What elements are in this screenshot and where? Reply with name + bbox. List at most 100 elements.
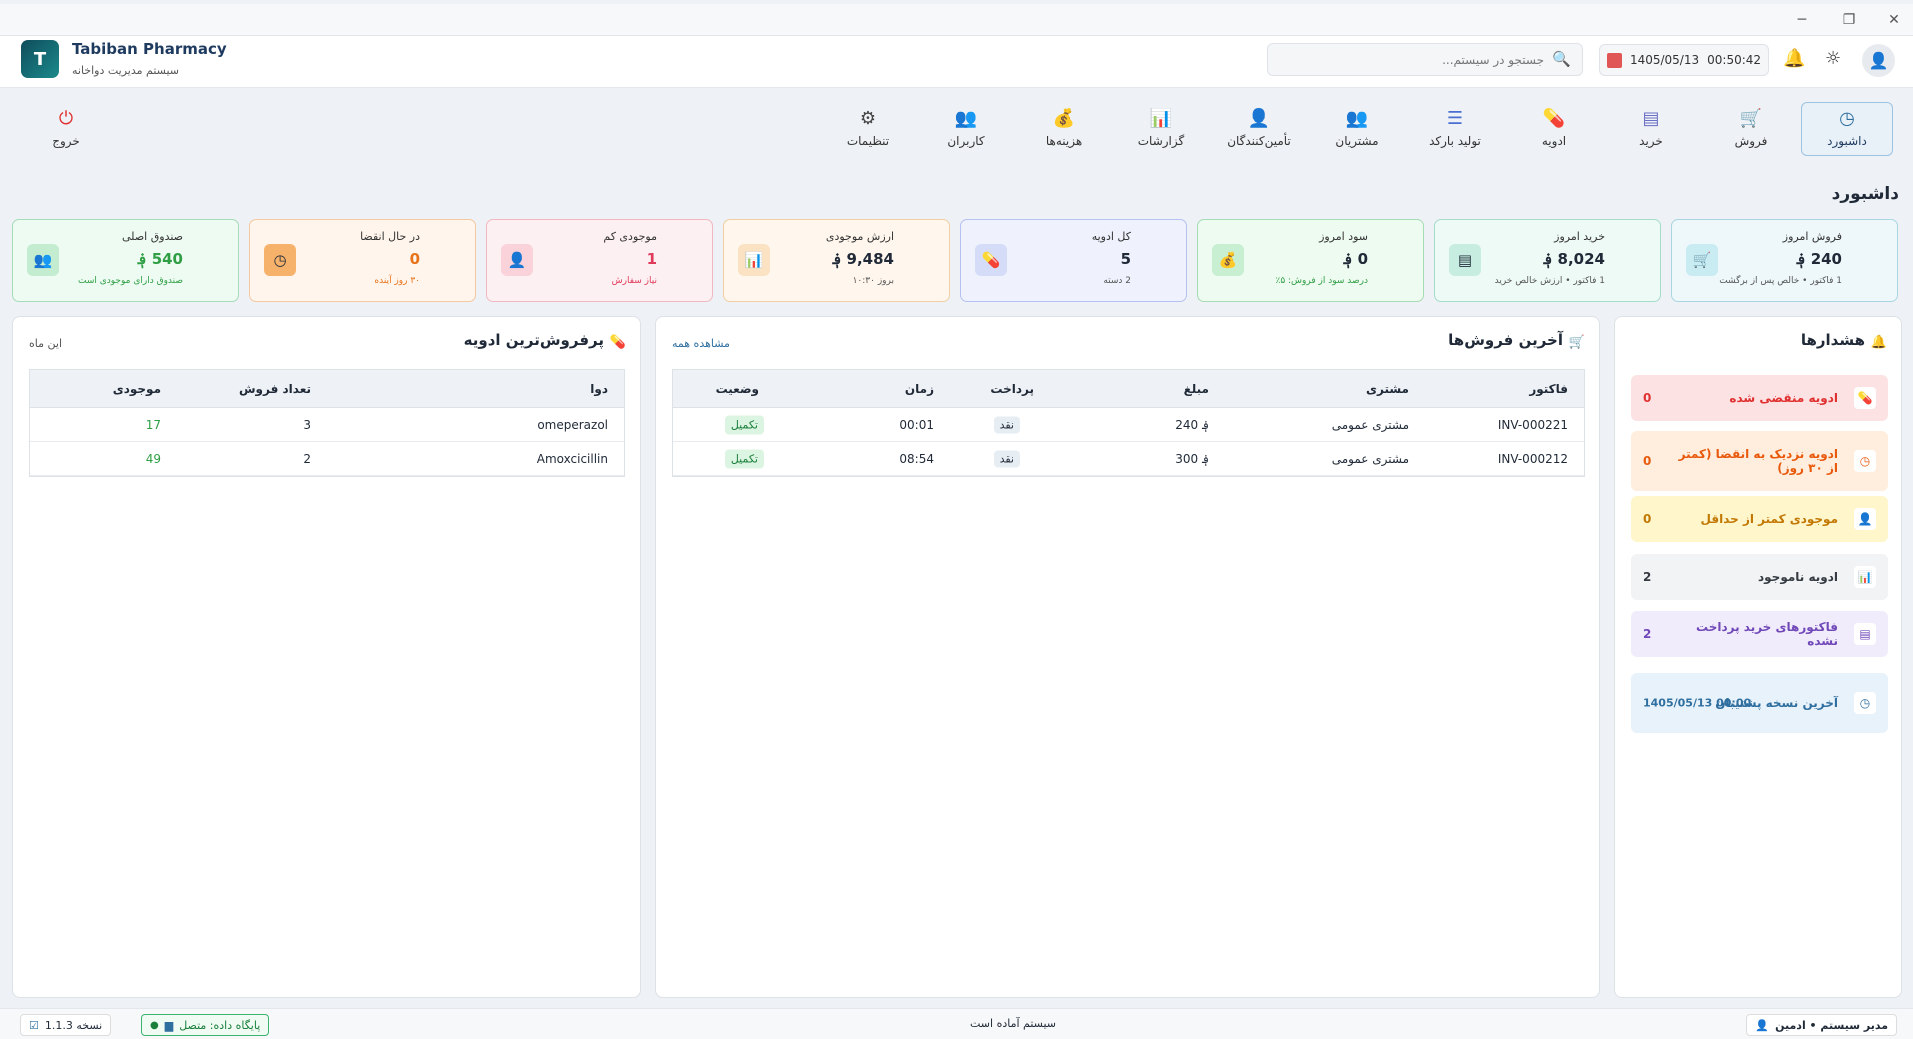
stat-card-7[interactable]: صندوق اصلی 540 ؋ صندوق دارای موجودی است 👥 <box>12 219 239 302</box>
bell-icon: 🔔 <box>1870 335 1887 350</box>
money-bag-icon: 💰 <box>1052 108 1076 129</box>
table-header: فاکتور مشتری مبلغ پرداخت زمان وضعیت <box>673 370 1584 408</box>
card-subtitle: صندوق دارای موجودی است <box>77 276 183 286</box>
col-status: وضعیت <box>715 381 759 396</box>
nav-item-label: کاربران <box>947 134 985 148</box>
supplier-icon: 👤 <box>1247 108 1271 129</box>
gear-icon: ⚙ <box>859 108 877 129</box>
card-subtitle: بروز ۱۰:۳۰ <box>852 276 894 286</box>
card-subtitle: 2 دسته <box>1103 276 1131 286</box>
alert-item[interactable]: ◷ آخرین نسخه پشتیبان 00:00 1405/05/13 <box>1631 673 1888 733</box>
search-input[interactable] <box>1267 43 1583 76</box>
card-subtitle: 1 فاکتور • ارزش خالص خرید <box>1494 276 1605 286</box>
clock-icon: ◷ <box>1854 450 1876 472</box>
user-alert-icon: 👤 <box>501 244 533 276</box>
search-icon[interactable]: 🔍 <box>1552 50 1571 68</box>
minimize-button[interactable]: ─ <box>1784 8 1820 32</box>
alert-item[interactable]: 📊 ادویه ناموجود 2 <box>1631 554 1888 600</box>
alert-label: ادویه ناموجود <box>1758 570 1838 584</box>
card-value: 9,484 ؋ <box>832 250 894 268</box>
nav-item-6[interactable]: 👤 تأمین‌کنندگان <box>1213 102 1305 156</box>
time-text: 00:50:42 <box>1707 53 1762 67</box>
nav-item-2[interactable]: ▤ خرید <box>1605 102 1697 156</box>
invoice-cell: INV-000212 <box>1497 451 1568 466</box>
bell-icon[interactable]: 🔔 <box>1783 48 1805 69</box>
table-row[interactable]: INV-000212 مشتری عمومی 300 ؋ نقد 08:54 تکمیل <box>673 442 1584 476</box>
card-value: 1 <box>646 250 657 268</box>
stat-card-1[interactable]: خرید امروز 8,024 ؋ 1 فاکتور • ارزش خالص خر… <box>1434 219 1661 302</box>
power-icon: ⏻ <box>58 108 74 129</box>
nav-item-label: گزارشات <box>1137 134 1185 148</box>
top-header: T Tabiban Pharmacy سیستم مدیریت دواخانه … <box>0 36 1913 88</box>
alert-item[interactable]: 👤 موجودی کمتر از حداقل 0 <box>1631 496 1888 542</box>
version-badge: ☑ نسخه 1.1.3 <box>20 1014 112 1036</box>
nav-item-3[interactable]: 💊 ادویه <box>1508 102 1600 156</box>
nav-item-label: تولید بارکد <box>1429 134 1481 148</box>
nav-item-9[interactable]: 👥 کاربران <box>920 102 1012 156</box>
alert-count: 00:00 1405/05/13 <box>1643 696 1752 710</box>
col-time: زمان <box>904 381 934 396</box>
card-subtitle: درصد سود از فروش: ۵٪ <box>1275 276 1368 286</box>
card-title: خرید امروز <box>1554 230 1605 243</box>
nav-item-0[interactable]: ◷ داشبورد <box>1801 102 1893 156</box>
nav-item-1[interactable]: 🛒 فروش <box>1705 102 1797 156</box>
sales-table: فاکتور مشتری مبلغ پرداخت زمان وضعیت INV-… <box>672 369 1585 477</box>
stat-card-5[interactable]: موجودی کم 1 نیاز سفارش 👤 <box>486 219 713 302</box>
stat-card-0[interactable]: فروش امروز 240 ؋ 1 فاکتور • خالص پس از برگ… <box>1671 219 1898 302</box>
table-row[interactable]: omeperazol 3 17 <box>30 408 624 442</box>
sun-icon[interactable]: ☼ <box>1825 48 1841 69</box>
view-all-link[interactable]: مشاهده همه <box>672 337 730 350</box>
current-user: 👤 مدیر سیستم • ادمین <box>1746 1014 1897 1036</box>
period-label[interactable]: این ماه <box>29 337 62 350</box>
customer-cell: مشتری عمومی <box>1331 451 1409 466</box>
nav-item-label: ادویه <box>1541 134 1567 148</box>
window-titlebar: ─ ❐ ✕ <box>0 4 1913 36</box>
chart-icon: 📊 <box>1149 108 1173 129</box>
stat-card-2[interactable]: سود امروز 0 ؋ درصد سود از فروش: ۵٪ 💰 <box>1197 219 1424 302</box>
alert-label: ادویه نزدیک به انقضا (کمتر از ۳۰ روز) <box>1678 447 1838 475</box>
table-header: دوا تعداد فروش موجودی <box>30 370 624 408</box>
user-avatar[interactable]: 👤 <box>1862 44 1895 77</box>
payment-badge: نقد <box>993 450 1020 467</box>
app-name: Tabiban Pharmacy <box>72 40 227 58</box>
pill-icon: 💊 <box>1542 108 1566 129</box>
time-cell: 08:54 <box>899 451 934 466</box>
nav-item-5[interactable]: 👥 مشتریان <box>1311 102 1403 156</box>
stat-card-4[interactable]: ارزش موجودی 9,484 ؋ بروز ۱۰:۳۰ 📊 <box>723 219 950 302</box>
stat-card-3[interactable]: کل ادویه 5 2 دسته 💊 <box>960 219 1187 302</box>
close-button[interactable]: ✕ <box>1876 8 1912 32</box>
chart-icon: 📊 <box>1854 566 1876 588</box>
nav-item-11[interactable]: ⏻ خروج <box>20 102 112 156</box>
db-status: ● ▆ پایگاه داده: متصل <box>141 1014 270 1036</box>
card-title: فروش امروز <box>1782 230 1842 243</box>
nav-item-10[interactable]: ⚙ تنظیمات <box>822 102 914 156</box>
alert-count: 0 <box>1643 454 1652 468</box>
check-icon: ☑ <box>29 1018 39 1032</box>
chart-icon: 📊 <box>738 244 770 276</box>
payment-badge: نقد <box>993 416 1020 433</box>
col-customer: مشتری <box>1365 381 1409 396</box>
alert-count: 2 <box>1643 627 1652 641</box>
cart-icon: 🛒 <box>1568 335 1585 350</box>
alert-item[interactable]: ◷ ادویه نزدیک به انقضا (کمتر از ۳۰ روز) 0 <box>1631 431 1888 491</box>
receipt-icon: ▤ <box>1854 623 1876 645</box>
nav-item-4[interactable]: ☰ تولید بارکد <box>1409 102 1501 156</box>
group-icon: 👥 <box>954 108 978 129</box>
stat-card-6[interactable]: در حال انقضا 0 ۳۰ روز آینده ◷ <box>249 219 476 302</box>
table-row[interactable]: INV-000221 مشتری عمومی 240 ؋ نقد 00:01 تکمیل <box>673 408 1584 442</box>
sold-cell: 3 <box>303 417 311 432</box>
alert-item[interactable]: ▤ فاکتورهای خرید پرداخت نشده 2 <box>1631 611 1888 657</box>
alert-label: موجودی کمتر از حداقل <box>1700 512 1838 526</box>
alerts-panel: 🔔 هشدارها 💊 ادویه منقضی شده 0 ◷ ادویه نزدیک … <box>1614 316 1902 998</box>
pill-icon: 💊 <box>1854 387 1876 409</box>
maximize-button[interactable]: ❐ <box>1831 8 1867 32</box>
nav-item-8[interactable]: 💰 هزینه‌ها <box>1018 102 1110 156</box>
table-row[interactable]: Amoxcicillin 2 49 <box>30 442 624 476</box>
nav-item-7[interactable]: 📊 گزارشات <box>1115 102 1207 156</box>
nav-item-label: خرید <box>1639 134 1663 148</box>
alert-item[interactable]: 💊 ادویه منقضی شده 0 <box>1631 375 1888 421</box>
amount-cell: 300 ؋ <box>1175 451 1209 466</box>
database-icon: ▆ <box>164 1018 174 1032</box>
online-dot-icon: ● <box>150 1019 159 1031</box>
users-icon: 👥 <box>1345 108 1369 129</box>
